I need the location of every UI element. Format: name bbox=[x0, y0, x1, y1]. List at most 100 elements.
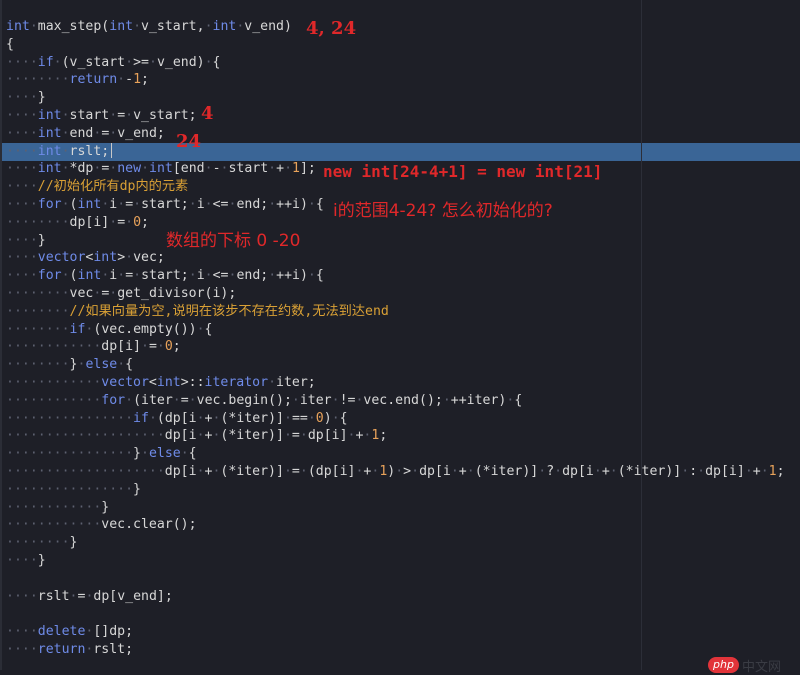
code-token: { bbox=[514, 392, 523, 408]
code-line[interactable] bbox=[6, 605, 785, 623]
code-line[interactable]: ················if·(dp[i·+·(*iter)]·==·0… bbox=[6, 410, 785, 428]
whitespace-marker: · bbox=[593, 463, 602, 479]
annotation-index-note: 数组的下标 0 -20 bbox=[166, 231, 301, 251]
code-line[interactable]: ····return·rslt; bbox=[6, 641, 785, 659]
whitespace-marker: ········ bbox=[6, 285, 70, 301]
whitespace-marker: ···· bbox=[6, 250, 38, 266]
code-editor[interactable]: int·max_step(int·v_start,·int·v_end){···… bbox=[0, 0, 800, 675]
code-line[interactable]: ····int·end·=·v_end; bbox=[6, 125, 785, 143]
code-line[interactable]: ····if·(v_start·>=·v_end)·{ bbox=[6, 54, 785, 72]
whitespace-marker: · bbox=[331, 392, 340, 408]
code-token: *dp bbox=[69, 161, 94, 177]
code-token: dp[i] bbox=[705, 463, 745, 479]
whitespace-marker: · bbox=[109, 107, 118, 123]
code-line[interactable]: ············dp[i]·=·0; bbox=[6, 338, 785, 356]
code-token: 1 bbox=[292, 161, 300, 177]
code-token: end; bbox=[236, 196, 269, 212]
whitespace-marker: · bbox=[125, 250, 134, 266]
code-token: i bbox=[196, 196, 205, 212]
code-line[interactable]: ····} bbox=[6, 552, 785, 570]
code-line[interactable]: ····} bbox=[6, 89, 785, 107]
whitespace-marker: · bbox=[395, 463, 404, 479]
whitespace-marker: ············ bbox=[6, 517, 102, 533]
whitespace-marker: · bbox=[204, 196, 213, 212]
whitespace-marker: · bbox=[180, 446, 189, 462]
code-token: vec; bbox=[133, 250, 165, 266]
code-line[interactable]: ················} bbox=[6, 481, 785, 499]
code-token: = bbox=[117, 214, 126, 230]
whitespace-marker: · bbox=[299, 428, 308, 444]
code-line[interactable]: ············for·(iter·=·vec.begin();·ite… bbox=[6, 392, 785, 410]
code-token: v_end; bbox=[117, 125, 165, 141]
code-token: + bbox=[276, 161, 285, 177]
code-token: end; bbox=[236, 268, 269, 284]
code-token: = bbox=[117, 107, 126, 123]
whitespace-marker: ················ bbox=[6, 410, 134, 426]
code-token: return bbox=[37, 641, 86, 657]
whitespace-marker: · bbox=[61, 143, 70, 159]
whitespace-marker: · bbox=[109, 214, 118, 230]
code-token: iter bbox=[299, 392, 332, 408]
code-token: start bbox=[228, 161, 269, 177]
code-token: v_end) bbox=[156, 54, 205, 70]
code-line[interactable]: ········} bbox=[6, 534, 785, 552]
code-line[interactable]: ····int·start·=·v_start; bbox=[6, 107, 785, 125]
code-line[interactable]: ············vec.clear(); bbox=[6, 516, 785, 534]
code-line[interactable]: ····int·rslt; bbox=[6, 143, 785, 161]
code-token: (*iter)] bbox=[220, 410, 284, 426]
code-token: (dp[i] bbox=[307, 463, 356, 479]
code-token: //如果向量为空,说明在该步不存在约数,无法到达end bbox=[69, 303, 389, 319]
code-token: } bbox=[133, 481, 141, 497]
code-token: <= bbox=[212, 268, 229, 284]
whitespace-marker: · bbox=[117, 72, 126, 88]
code-area[interactable]: int·max_step(int·v_start,·int·v_end){···… bbox=[6, 18, 785, 659]
code-token: end bbox=[69, 125, 94, 141]
code-line[interactable]: ····················dp[i·+·(*iter)]·=·(d… bbox=[6, 463, 785, 481]
code-line[interactable]: ····for·(int·i·=·start;·i·<=·end;·++i)·{ bbox=[6, 267, 785, 285]
code-token: int bbox=[37, 143, 62, 159]
code-token: vec.end(); bbox=[363, 392, 443, 408]
code-token: dp[i] bbox=[69, 214, 110, 230]
code-line[interactable]: { bbox=[6, 36, 785, 54]
code-line[interactable]: ········}·else·{ bbox=[6, 356, 785, 374]
code-token: int bbox=[156, 374, 181, 390]
code-token: } bbox=[133, 446, 141, 462]
whitespace-marker: ···· bbox=[6, 143, 38, 159]
whitespace-marker: · bbox=[268, 268, 277, 284]
code-line[interactable]: ····rslt·=·dp[v_end]; bbox=[6, 588, 785, 606]
code-token: > bbox=[403, 463, 412, 479]
code-line[interactable]: ············} bbox=[6, 499, 785, 517]
code-line[interactable]: int·max_step(int·v_start,·int·v_end) bbox=[6, 18, 785, 36]
code-line[interactable]: ········return·-1; bbox=[6, 71, 785, 89]
code-line[interactable]: ············vector<int>::iterator·iter; bbox=[6, 374, 785, 392]
code-line[interactable]: ········if·(vec.empty())·{ bbox=[6, 321, 785, 339]
code-token: 0 bbox=[315, 410, 324, 426]
code-token: ? bbox=[546, 463, 555, 479]
code-token: dp[i bbox=[164, 428, 197, 444]
whitespace-marker: · bbox=[133, 19, 142, 34]
whitespace-marker: · bbox=[442, 392, 451, 408]
code-line[interactable]: ········//如果向量为空,说明在该步不存在约数,无法到达end bbox=[6, 303, 785, 321]
code-line[interactable]: ········vec·=·get_divisor(i); bbox=[6, 285, 785, 303]
code-token: { bbox=[315, 268, 324, 284]
code-line[interactable] bbox=[6, 570, 785, 588]
whitespace-marker: · bbox=[188, 392, 197, 408]
code-line[interactable]: ····················dp[i·+·(*iter)]·=·dp… bbox=[6, 427, 785, 445]
code-line[interactable]: ····vector<int>·vec; bbox=[6, 249, 785, 267]
code-token: ; bbox=[776, 463, 785, 479]
whitespace-marker: · bbox=[196, 463, 205, 479]
whitespace-marker: · bbox=[125, 214, 134, 230]
code-line[interactable]: ················}·else·{ bbox=[6, 445, 785, 463]
code-token: else bbox=[148, 446, 181, 462]
code-token: delete bbox=[37, 624, 86, 640]
code-token: >:: bbox=[180, 374, 205, 390]
code-line[interactable]: ····} bbox=[6, 232, 785, 250]
code-token: { bbox=[6, 36, 14, 52]
code-token: (*iter)] bbox=[617, 463, 682, 479]
whitespace-marker: ···· bbox=[6, 552, 38, 568]
whitespace-marker: ···················· bbox=[6, 428, 165, 444]
whitespace-marker: · bbox=[140, 339, 149, 355]
code-token: (vec.empty()) bbox=[93, 321, 197, 337]
code-token: + bbox=[601, 463, 610, 479]
code-line[interactable]: ····delete·[]dp; bbox=[6, 623, 785, 641]
